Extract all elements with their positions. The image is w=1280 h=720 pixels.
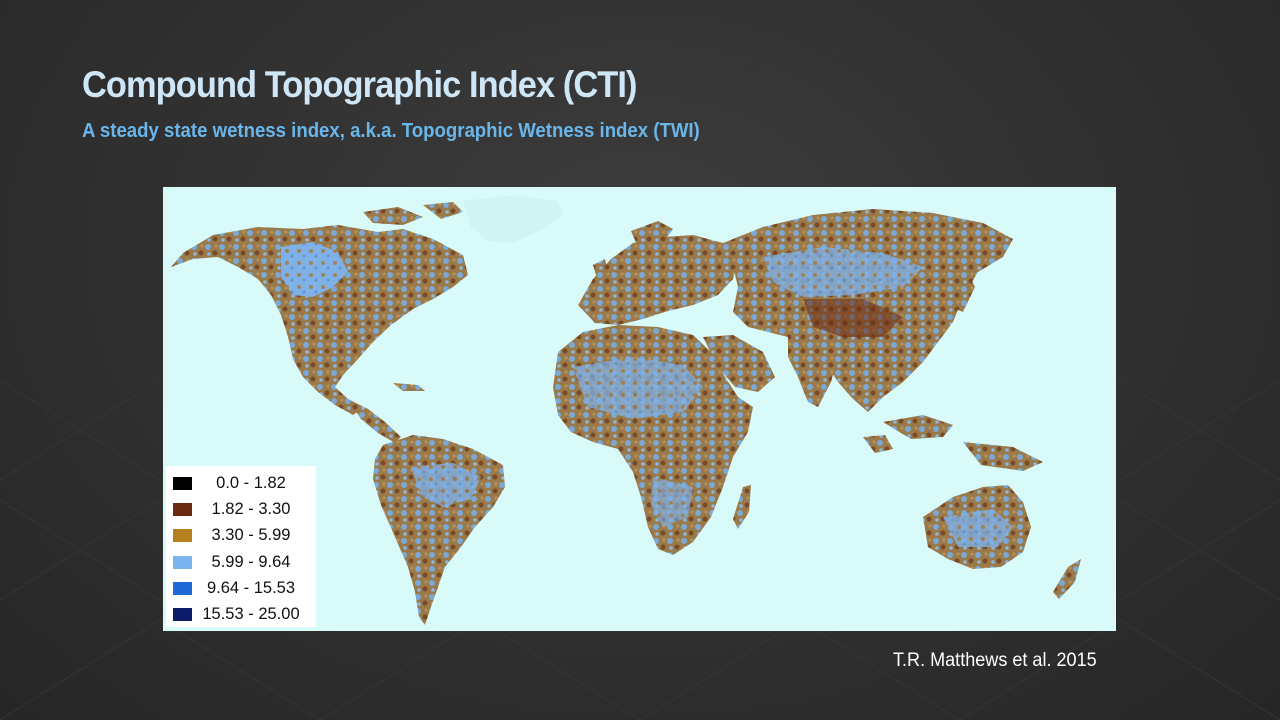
legend-row: 15.53 - 25.00 [166,601,316,627]
legend-label: 1.82 - 3.30 [211,499,291,518]
map-legend: 0.0 - 1.82 1.82 - 3.30 3.30 - 5.99 5.99 … [166,466,316,627]
citation: T.R. Matthews et al. 2015 [893,650,1097,671]
legend-swatch [173,502,192,516]
legend-row: 0.0 - 1.82 [166,470,316,496]
legend-label: 9.64 - 15.53 [206,578,296,597]
legend-swatch [173,555,192,569]
legend-swatch [173,608,192,622]
madagascar [733,485,751,529]
legend-label: 0.0 - 1.82 [216,473,286,492]
legend-swatch [173,476,192,490]
legend-swatch [173,529,192,543]
south-america [373,435,505,625]
legend-label: 15.53 - 25.00 [202,605,300,624]
legend-row: 5.99 - 9.64 [166,549,316,575]
greenland [463,195,563,243]
slide-title: Compound Topographic Index (CTI) [82,64,637,105]
legend-label: 3.30 - 5.99 [211,526,291,545]
legend-swatch [173,581,192,595]
legend-row: 1.82 - 3.30 [166,496,316,522]
legend-row: 9.64 - 15.53 [166,575,316,601]
legend-row: 3.30 - 5.99 [166,523,316,549]
legend-label: 5.99 - 9.64 [211,552,291,571]
slide-subtitle: A steady state wetness index, a.k.a. Top… [82,120,700,142]
world-map: 0.0 - 1.82 1.82 - 3.30 3.30 - 5.99 5.99 … [163,187,1116,631]
